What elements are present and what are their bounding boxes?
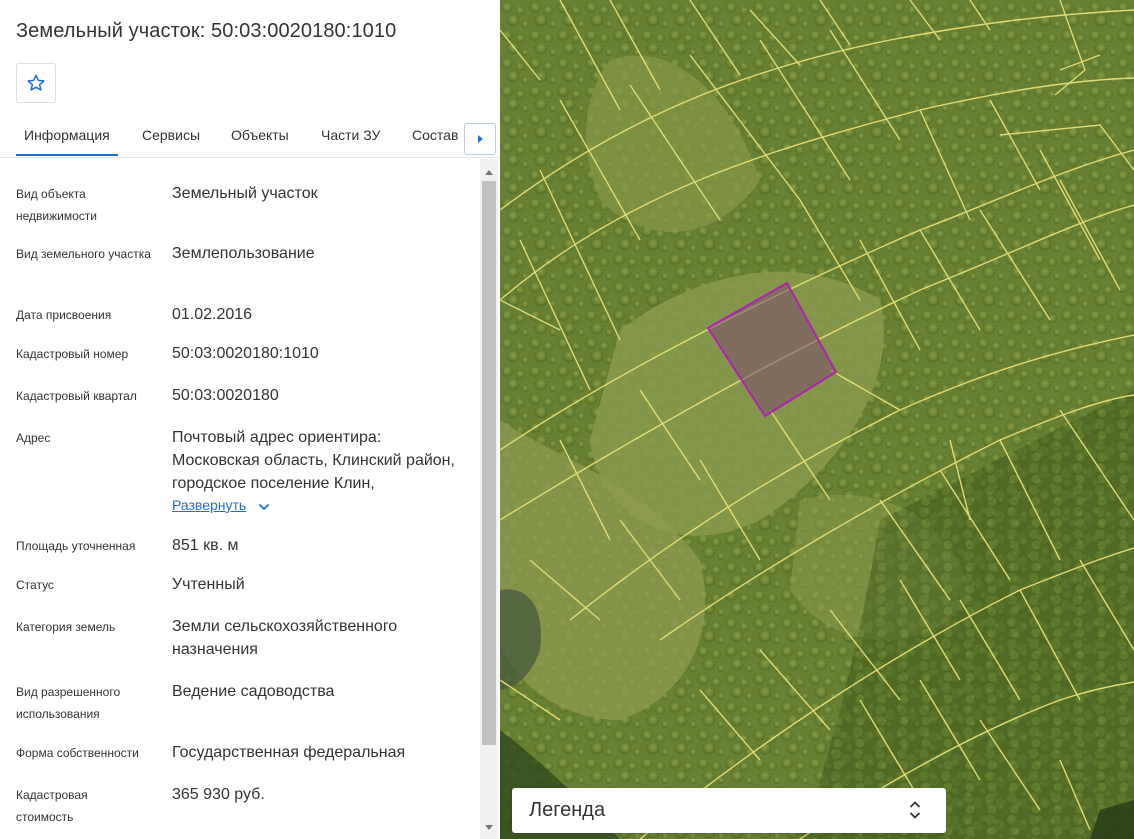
land-category-value: Земли сельскохозяйственного назначения	[172, 618, 398, 658]
permitted-use-value: Ведение садоводства	[172, 683, 335, 700]
active-tab-indicator	[16, 154, 118, 156]
assign-date-label: Дата присвоения	[16, 308, 112, 322]
info-scrollbar[interactable]	[480, 159, 498, 839]
assign-date-value: 01.02.2016	[172, 306, 253, 323]
ownership-label: Форма собственности	[16, 746, 139, 760]
legend-dropdown[interactable]: Легенда	[512, 788, 946, 833]
cadastral-quarter-value: 50:03:0020180	[172, 387, 279, 404]
tab-bar: Информация Сервисы Объекты Части ЗУ Сост…	[0, 114, 500, 158]
area-value: 851 кв. м	[172, 537, 239, 554]
ownership-value: Государственная федеральная	[172, 744, 406, 761]
status-label: Статус	[16, 578, 54, 592]
address-value: Почтовый адрес ориентира: Московская обл…	[172, 429, 455, 492]
object-type-value: Земельный участок	[172, 185, 318, 202]
address-label: Адрес	[16, 431, 51, 445]
land-category-label: Категория земель	[16, 620, 116, 634]
cadastral-value-value: 365 930 руб.	[172, 786, 265, 803]
scroll-up-arrow-icon[interactable]	[485, 169, 493, 175]
object-type-label: Вид объекта недвижимости	[16, 187, 97, 223]
chevron-down-icon[interactable]	[258, 503, 270, 511]
tab-composition[interactable]: Состав	[412, 127, 458, 143]
tab-parts[interactable]: Части ЗУ	[321, 127, 380, 143]
permitted-use-label: Вид разрешенного использования	[16, 685, 121, 721]
map-view[interactable]	[500, 0, 1134, 839]
caret-right-icon	[478, 135, 483, 143]
cadastral-number-label: Кадастровый номер	[16, 347, 129, 361]
tabs-next-button[interactable]	[464, 123, 496, 155]
status-value: Учтенный	[172, 576, 245, 593]
tab-information[interactable]: Информация	[24, 127, 110, 143]
info-list: Вид объекта недвижимости Земельный участ…	[0, 159, 480, 839]
tab-objects[interactable]: Объекты	[231, 127, 289, 143]
satellite-map[interactable]	[500, 0, 1134, 839]
address-expand-link[interactable]: Развернуть	[172, 497, 246, 513]
legend-label: Легенда	[529, 799, 606, 821]
star-outline-icon	[27, 74, 45, 91]
tab-services[interactable]: Сервисы	[142, 127, 200, 143]
land-type-label: Вид земельного участка	[16, 247, 151, 261]
scrollbar-thumb[interactable]	[482, 181, 496, 745]
cadastral-value-label: Кадастровая стоимость	[16, 788, 88, 824]
cadastral-number-value: 50:03:0020180:1010	[172, 345, 319, 362]
favorite-button[interactable]	[16, 63, 56, 103]
area-label: Площадь уточненная	[16, 539, 136, 553]
cadastral-quarter-label: Кадастровый квартал	[16, 389, 137, 403]
sort-updown-icon	[909, 801, 921, 819]
page-title: Земельный участок: 50:03:0020180:1010	[16, 20, 397, 42]
info-panel: Земельный участок: 50:03:0020180:1010 Ин…	[0, 0, 500, 839]
scroll-down-arrow-icon[interactable]	[485, 825, 493, 831]
land-type-value: Землепользование	[172, 245, 315, 262]
